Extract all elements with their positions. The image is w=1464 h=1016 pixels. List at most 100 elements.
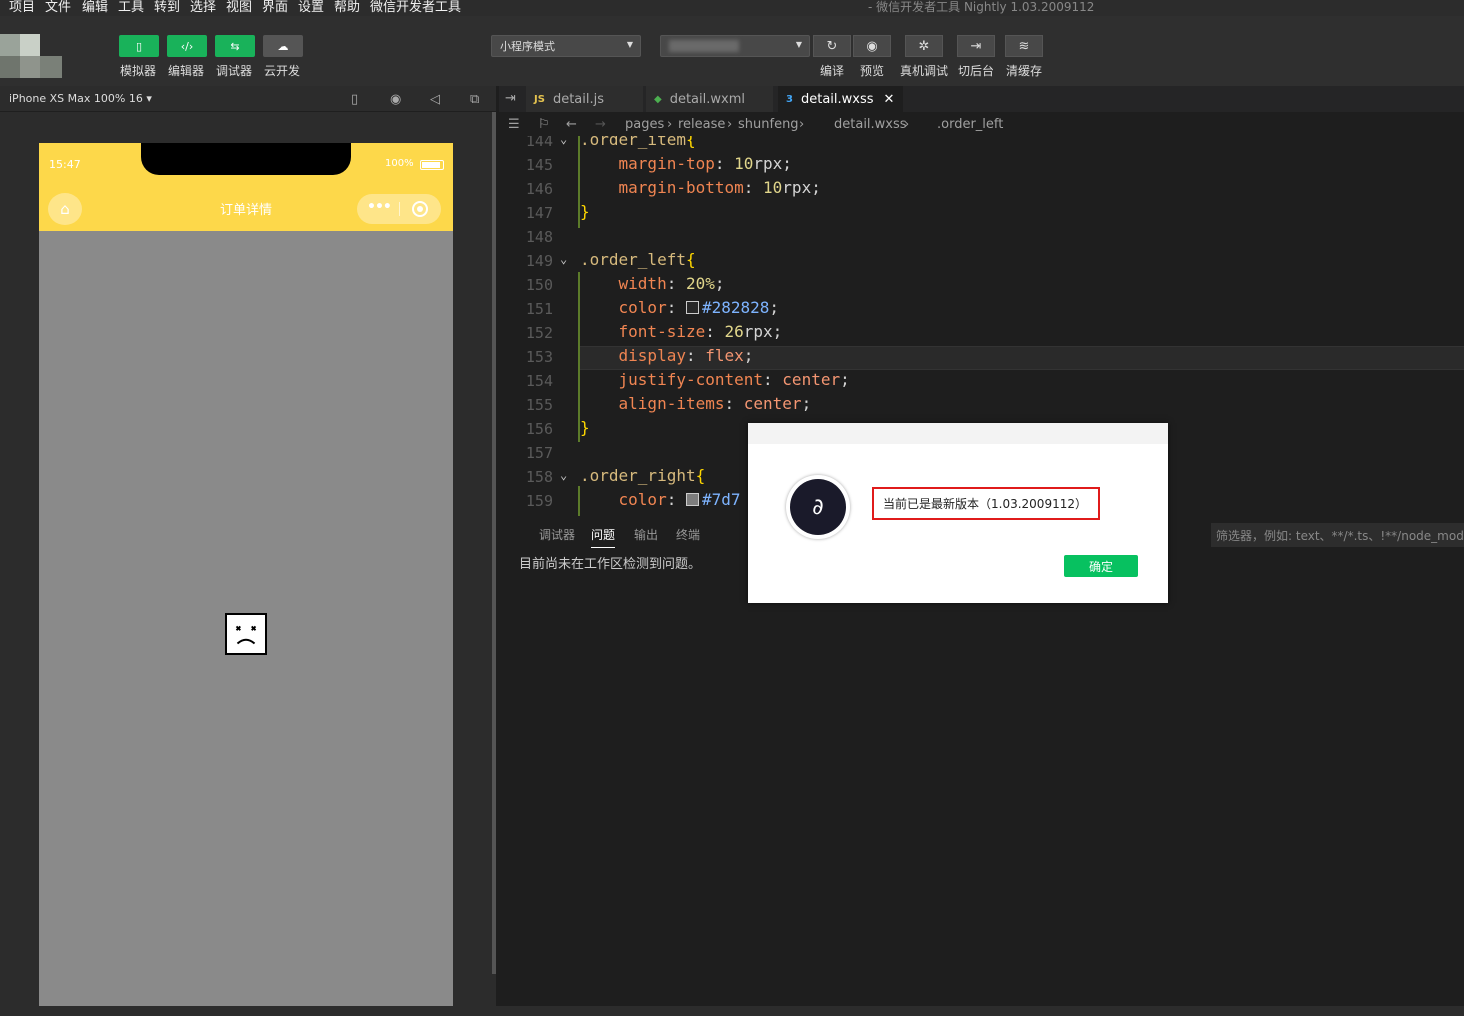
line-number: 153 — [525, 348, 553, 366]
chevron-right-icon: › — [727, 117, 733, 132]
link-icon: ∂ — [790, 479, 846, 535]
panel-tab-1[interactable]: 问题 — [591, 526, 616, 548]
status-bar — [0, 1006, 1464, 1016]
code-line[interactable]: width: 20%; — [580, 274, 725, 293]
breadcrumb-item[interactable]: .order_left — [937, 117, 1003, 132]
code-line[interactable]: } — [580, 202, 590, 221]
more-icon[interactable]: ••• — [367, 199, 392, 215]
battery-icon — [420, 160, 444, 170]
menu-item-7[interactable]: 界面 — [262, 0, 288, 15]
toolbar-right-label-1: 预览 — [860, 64, 885, 78]
panel-tab-2[interactable]: 输出 — [634, 526, 658, 543]
dialog-message: 当前已是最新版本（1.03.2009112） — [872, 487, 1100, 520]
menu-item-8[interactable]: 设置 — [298, 0, 324, 15]
tab-label: detail.wxml — [669, 91, 745, 107]
line-number: 146 — [525, 180, 553, 198]
toolbar-button-2[interactable]: ⇆ — [215, 35, 255, 57]
editor-tabs: ⇥ JS detail.js ◆ detail.wxml 3 detail.wxss ✕ — [499, 86, 1464, 112]
forward-icon[interactable]: → — [595, 117, 606, 132]
toolbar-right-label-3: 切后台 — [958, 64, 995, 78]
code-line[interactable]: color: #282828; — [580, 298, 780, 317]
device-select[interactable]: iPhone XS Max 100% 16 ▾ — [9, 92, 152, 105]
code-line[interactable]: display: flex; — [580, 346, 754, 365]
chevron-down-icon: ▼ — [795, 40, 802, 49]
fold-chevron-icon[interactable]: ⌄ — [560, 252, 567, 266]
line-number: 154 — [525, 372, 553, 390]
menu-item-5[interactable]: 选择 — [190, 0, 216, 15]
ok-button[interactable]: 确定 — [1064, 555, 1138, 577]
line-number: 147 — [525, 204, 553, 222]
code-line[interactable]: .order_item{ — [580, 136, 696, 149]
menu-item-3[interactable]: 工具 — [118, 0, 144, 15]
code-line[interactable]: } — [580, 418, 590, 437]
code-line[interactable]: font-size: 26rpx; — [580, 322, 783, 341]
blurred-target-name — [669, 40, 739, 52]
phone-icon[interactable]: ▯ — [351, 92, 358, 107]
line-number: 159 — [525, 492, 553, 510]
menu-bar: 项目 文件 编辑 工具 转到 选择 视图 界面 设置 帮助 微信开发者工具 — [0, 0, 1464, 16]
menu-item-4[interactable]: 转到 — [154, 0, 180, 15]
line-number: 157 — [525, 444, 553, 462]
tab-label: detail.wxss — [800, 91, 874, 107]
close-target-icon[interactable] — [412, 201, 428, 217]
back-icon[interactable]: ← — [566, 117, 577, 132]
toolbar-button-3[interactable]: ☁ — [263, 35, 303, 57]
toolbar-right-button-3[interactable]: ⇥ — [957, 35, 995, 57]
phone-screen — [39, 143, 453, 1006]
avatar[interactable] — [0, 34, 62, 78]
menu-item-10[interactable]: 微信开发者工具 — [370, 0, 461, 15]
fold-chevron-icon[interactable]: ⌄ — [560, 136, 567, 146]
outline-icon[interactable]: ☰ — [508, 117, 520, 132]
compile-target-select[interactable]: ▼ — [660, 35, 810, 57]
toolbar-label-0: 模拟器 — [120, 64, 157, 78]
breadcrumb-item[interactable]: detail.wxss — [834, 117, 907, 132]
toolbar-right-button-0[interactable]: ↻ — [813, 35, 851, 57]
toolbar-label-3: 云开发 — [264, 64, 301, 78]
tab-detail-wxss[interactable]: 3 detail.wxss ✕ — [778, 86, 904, 112]
toolbar-right-button-4[interactable]: ≋ — [1005, 35, 1043, 57]
tab-detail-wxml[interactable]: ◆ detail.wxml — [646, 86, 774, 112]
close-icon[interactable]: ✕ — [884, 92, 895, 107]
panel-tab-3[interactable]: 终端 — [676, 526, 700, 543]
toolbar-right-button-2[interactable]: ✲ — [905, 35, 943, 57]
simulator-header: iPhone XS Max 100% 16 ▾ ▯ ◉ ◁ ⧉ — [0, 86, 496, 112]
tab-detail-js[interactable]: JS detail.js — [526, 86, 644, 112]
toolbar-right-label-2: 真机调试 — [900, 64, 949, 78]
file-type-icon: JS — [534, 93, 545, 105]
mode-select[interactable]: 小程序模式 ▼ — [491, 35, 641, 57]
chevron-right-icon: › — [667, 117, 673, 132]
breadcrumb-item[interactable]: pages — [625, 117, 664, 132]
record-icon[interactable]: ◉ — [390, 92, 401, 107]
miniprogram-logo-icon: ∂ — [786, 475, 850, 539]
volume-icon[interactable]: ◁ — [430, 92, 440, 107]
code-line[interactable]: .order_right{ — [580, 466, 705, 485]
bookmark-icon[interactable]: ⚐ — [538, 117, 550, 132]
code-line[interactable]: align-items: center; — [580, 394, 812, 413]
menu-item-1[interactable]: 文件 — [45, 0, 71, 15]
toolbar-label-1: 编辑器 — [168, 64, 205, 78]
code-line[interactable]: color: #7d7 — [580, 490, 741, 509]
phone-notch — [141, 143, 351, 175]
popout-icon[interactable]: ⧉ — [470, 92, 479, 107]
menu-item-2[interactable]: 编辑 — [82, 0, 108, 15]
capsule-menu[interactable]: ••• — [357, 194, 441, 224]
code-line[interactable]: margin-top: 10rpx; — [580, 154, 792, 173]
menu-item-0[interactable]: 项目 — [9, 0, 35, 15]
code-line[interactable]: margin-bottom: 10rpx; — [580, 178, 821, 197]
code-line[interactable]: .order_left{ — [580, 250, 696, 269]
toolbar-button-1[interactable]: ‹/› — [167, 35, 207, 57]
file-type-icon: ◆ — [654, 93, 662, 105]
code-line[interactable]: justify-content: center; — [580, 370, 850, 389]
toolbar-label-2: 调试器 — [216, 64, 253, 78]
panel-tab-0[interactable]: 调试器 — [539, 526, 575, 543]
filter-input[interactable]: 筛选器，例如: text、**/*.ts、!**/node_modules/** — [1211, 523, 1464, 547]
menu-item-9[interactable]: 帮助 — [334, 0, 360, 15]
menu-item-6[interactable]: 视图 — [226, 0, 252, 15]
toolbar-right-button-1[interactable]: ◉ — [853, 35, 891, 57]
toolbar-button-0[interactable]: ▯ — [119, 35, 159, 57]
problems-message: 目前尚未在工作区检测到问题。 — [519, 557, 702, 572]
collapse-sidebar-icon[interactable]: ⇥ — [505, 91, 516, 106]
breadcrumb-item[interactable]: release — [678, 117, 725, 132]
breadcrumb-item[interactable]: shunfeng — [738, 117, 799, 132]
fold-chevron-icon[interactable]: ⌄ — [560, 468, 567, 482]
